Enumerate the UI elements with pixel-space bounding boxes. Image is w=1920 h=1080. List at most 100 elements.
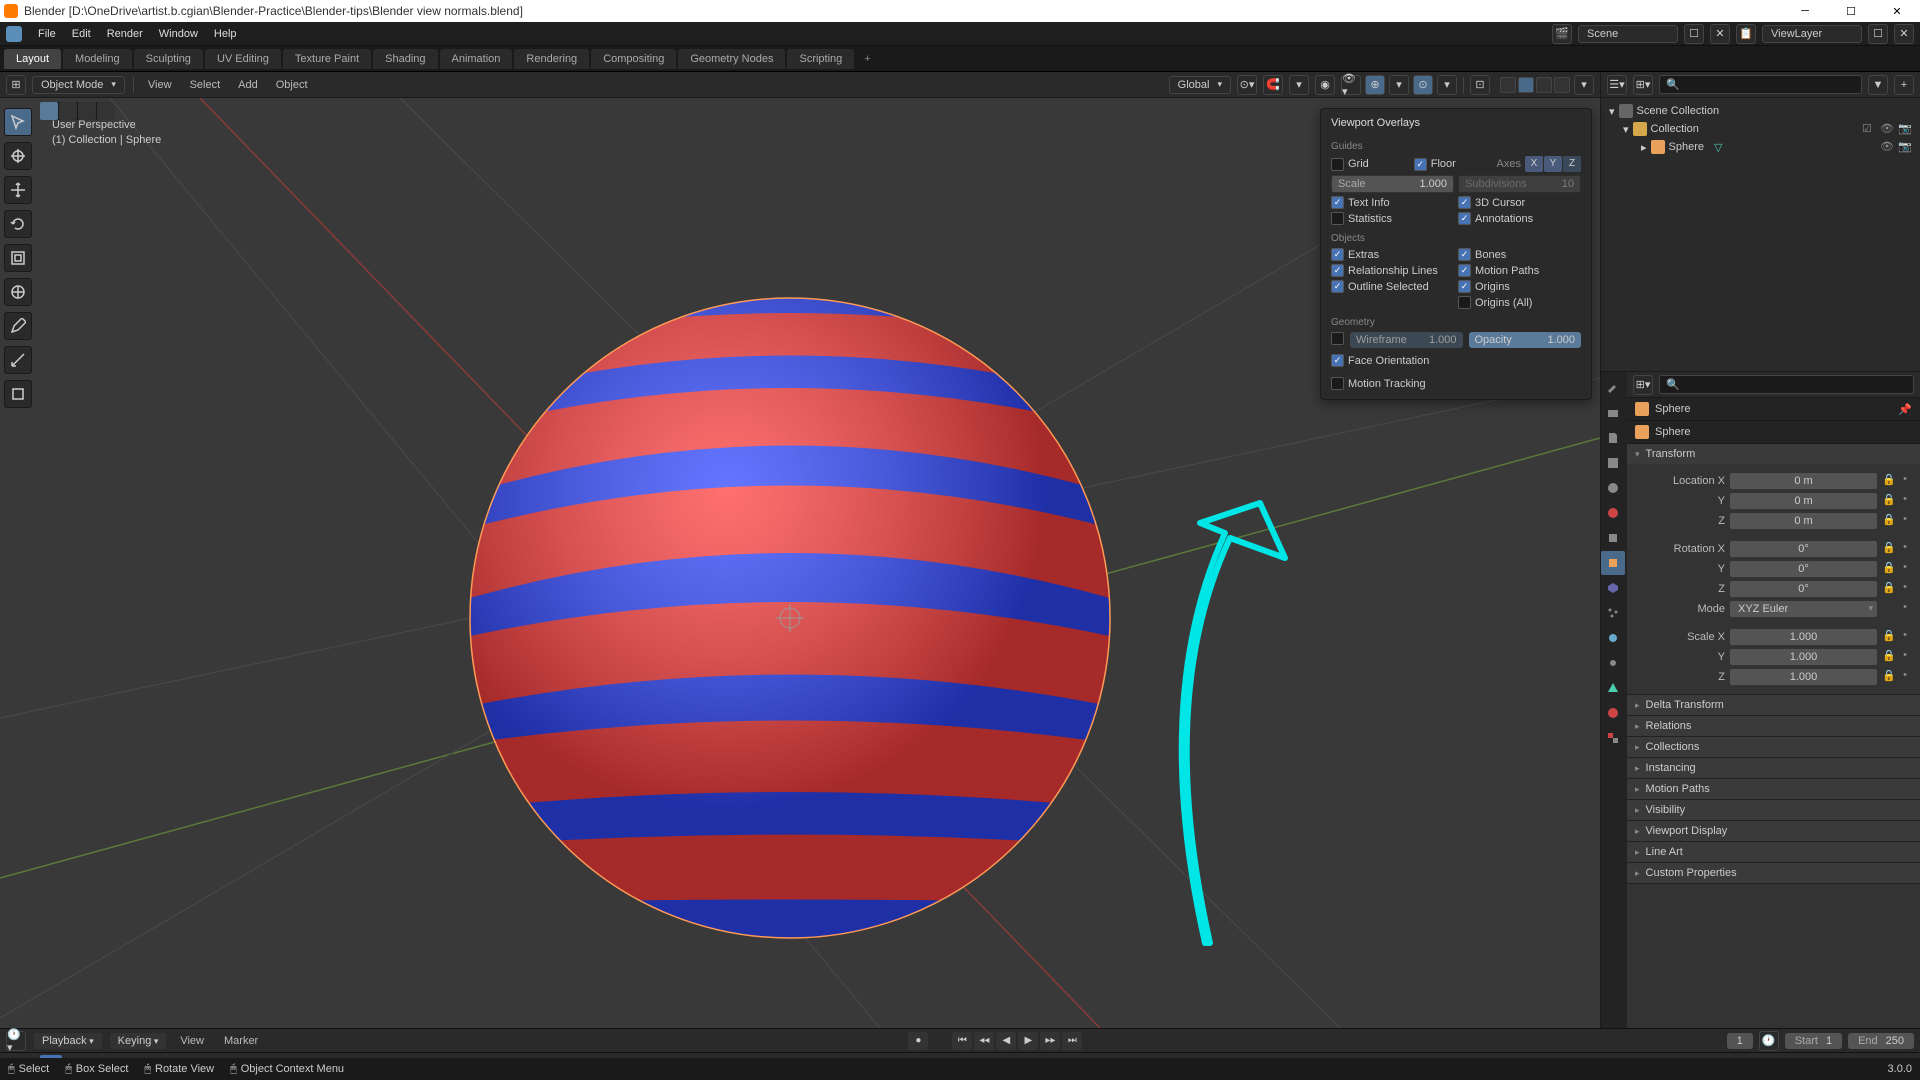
props-tab-tool[interactable] [1601, 376, 1625, 400]
preview-range-toggle[interactable]: 🕐 [1759, 1031, 1779, 1051]
menu-help[interactable]: Help [206, 28, 245, 40]
props-tab-object[interactable] [1601, 551, 1625, 575]
extras-checkbox[interactable] [1331, 248, 1344, 261]
props-tab-mesh[interactable] [1601, 676, 1625, 700]
props-editor-dropdown[interactable]: ⊞▾ [1633, 375, 1653, 395]
breadcrumb-object[interactable]: Sphere [1655, 403, 1690, 415]
delete-viewlayer-button[interactable]: ✕ [1894, 24, 1914, 44]
scale-input[interactable]: Scale1.000 [1331, 175, 1454, 193]
visibility-dropdown[interactable]: 👁▾ [1341, 75, 1361, 95]
tool-move[interactable] [4, 176, 32, 204]
start-frame[interactable]: Start1 [1785, 1033, 1842, 1049]
end-frame[interactable]: End250 [1848, 1033, 1914, 1049]
pivot-dropdown[interactable]: ⊙▾ [1237, 75, 1257, 95]
overlays-toggle[interactable]: ⊙ [1413, 75, 1433, 95]
menu-window[interactable]: Window [151, 28, 206, 40]
ws-tab-geonodes[interactable]: Geometry Nodes [678, 49, 785, 69]
minimize-button[interactable]: ─ [1782, 0, 1828, 22]
new-viewlayer-button[interactable]: ☐ [1868, 24, 1888, 44]
tool-measure[interactable] [4, 346, 32, 374]
tool-select[interactable] [4, 108, 32, 136]
outliner-search[interactable]: 🔍 [1659, 75, 1862, 94]
scale-y[interactable]: 1.000 [1729, 648, 1878, 666]
statistics-checkbox[interactable] [1331, 212, 1344, 225]
gizmo-dropdown[interactable]: ▾ [1389, 75, 1409, 95]
ws-tab-compositing[interactable]: Compositing [591, 49, 676, 69]
ws-tab-shading[interactable]: Shading [373, 49, 437, 69]
shading-rendered[interactable] [1554, 77, 1570, 93]
shading-solid[interactable] [1518, 77, 1534, 93]
play-reverse[interactable]: ◀ [996, 1032, 1016, 1050]
wireframe-slider[interactable]: Wireframe1.000 [1350, 332, 1463, 348]
keyframe-prev[interactable]: ◂◂ [974, 1032, 994, 1050]
bones-checkbox[interactable] [1458, 248, 1471, 261]
props-tab-world[interactable] [1601, 501, 1625, 525]
menu-edit[interactable]: Edit [64, 28, 99, 40]
tool-annotate[interactable] [4, 312, 32, 340]
ws-tab-animation[interactable]: Animation [440, 49, 513, 69]
props-tab-viewlayer[interactable] [1601, 451, 1625, 475]
mode-dropdown[interactable]: Object Mode [32, 76, 125, 94]
section-instancing[interactable]: Instancing [1627, 758, 1920, 778]
section-custom-props[interactable]: Custom Properties [1627, 863, 1920, 883]
ws-tab-rendering[interactable]: Rendering [514, 49, 589, 69]
timeline-marker[interactable]: Marker [218, 1033, 264, 1049]
face-orientation-checkbox[interactable] [1331, 354, 1344, 367]
delete-scene-button[interactable]: ✕ [1710, 24, 1730, 44]
overlays-dropdown[interactable]: ▾ [1437, 75, 1457, 95]
shading-material[interactable] [1536, 77, 1552, 93]
location-z[interactable]: 0 m [1729, 512, 1878, 530]
scene-name-field[interactable]: Scene [1578, 25, 1678, 43]
textinfo-checkbox[interactable] [1331, 196, 1344, 209]
vp-menu-view[interactable]: View [142, 77, 178, 93]
wireframe-checkbox[interactable] [1331, 332, 1344, 345]
shading-dropdown[interactable]: ▾ [1574, 75, 1594, 95]
ws-tab-scripting[interactable]: Scripting [787, 49, 854, 69]
tool-cursor[interactable] [4, 142, 32, 170]
tool-transform[interactable] [4, 278, 32, 306]
tool-scale[interactable] [4, 244, 32, 272]
playback-dropdown[interactable]: Playback [34, 1033, 102, 1049]
add-workspace-button[interactable]: + [856, 49, 878, 69]
vp-menu-add[interactable]: Add [232, 77, 264, 93]
rotation-mode[interactable]: XYZ Euler [1729, 600, 1878, 618]
outliner-new-collection[interactable]: + [1894, 75, 1914, 95]
props-tab-modifier[interactable] [1601, 576, 1625, 600]
autokey-toggle[interactable]: ● [908, 1032, 928, 1050]
opacity-slider[interactable]: Opacity1.000 [1469, 332, 1582, 348]
viewlayer-icon[interactable]: 📋 [1736, 24, 1756, 44]
orientation-dropdown[interactable]: Global [1169, 76, 1231, 94]
section-relations[interactable]: Relations [1627, 716, 1920, 736]
keyframe-next[interactable]: ▸▸ [1040, 1032, 1060, 1050]
subdiv-input[interactable]: Subdivisions10 [1458, 175, 1581, 193]
tree-sphere[interactable]: ▸Sphere ▽ 👁📷 [1605, 138, 1916, 156]
jump-end[interactable]: ⏭ [1062, 1032, 1082, 1050]
location-x[interactable]: 0 m [1729, 472, 1878, 490]
props-tab-collection[interactable] [1601, 526, 1625, 550]
new-scene-button[interactable]: ☐ [1684, 24, 1704, 44]
menu-file[interactable]: File [30, 28, 64, 40]
tree-scene-collection[interactable]: ▾Scene Collection [1605, 102, 1916, 120]
floor-checkbox[interactable] [1414, 158, 1427, 171]
proportional-toggle[interactable]: ◉ [1315, 75, 1335, 95]
origins-all-checkbox[interactable] [1458, 296, 1471, 309]
jump-start[interactable]: ⏮ [952, 1032, 972, 1050]
ws-tab-sculpting[interactable]: Sculpting [134, 49, 203, 69]
play[interactable]: ▶ [1018, 1032, 1038, 1050]
relationship-checkbox[interactable] [1331, 264, 1344, 277]
scale-z[interactable]: 1.000 [1729, 668, 1878, 686]
xray-toggle[interactable]: ⊡ [1470, 75, 1490, 95]
section-lineart[interactable]: Line Art [1627, 842, 1920, 862]
rotation-z[interactable]: 0° [1729, 580, 1878, 598]
tree-collection[interactable]: ▾Collection ☑👁📷 [1605, 120, 1916, 138]
pin-button[interactable]: 📌 [1898, 403, 1912, 416]
close-button[interactable]: ✕ [1874, 0, 1920, 22]
tool-rotate[interactable] [4, 210, 32, 238]
snap-dropdown[interactable]: ▾ [1289, 75, 1309, 95]
cursor3d-checkbox[interactable] [1458, 196, 1471, 209]
editor-type-dropdown[interactable]: ⊞ [6, 75, 26, 95]
timeline-view[interactable]: View [174, 1033, 210, 1049]
ws-tab-layout[interactable]: Layout [4, 49, 61, 69]
tool-add-cube[interactable] [4, 380, 32, 408]
axis-x-toggle[interactable]: X [1525, 156, 1543, 172]
